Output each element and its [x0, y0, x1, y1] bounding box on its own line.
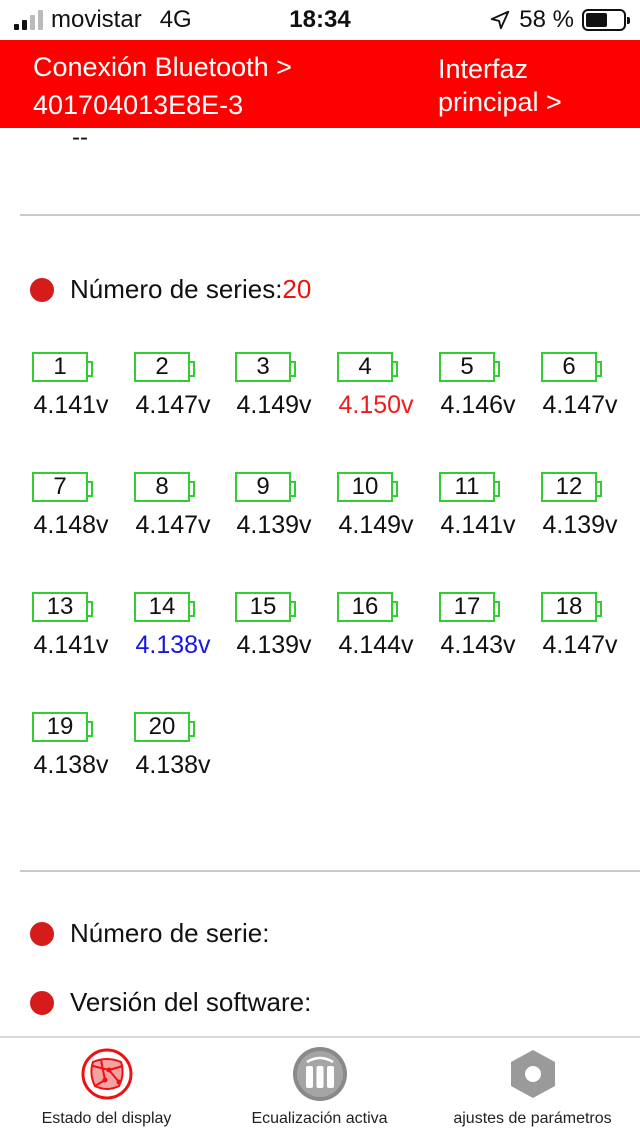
main-interface-link[interactable]: Interfaz principal >	[438, 53, 628, 119]
cell-battery-icon: 18	[541, 592, 602, 622]
tab-active-balancing[interactable]: Ecualización activa	[213, 1038, 426, 1136]
cell-voltage: 4.138v	[135, 751, 211, 779]
display-status-icon	[81, 1048, 132, 1100]
cell-voltage: 4.138v	[135, 631, 211, 659]
cell-voltage: 4.139v	[236, 631, 312, 659]
cell-voltage: 4.138v	[33, 751, 109, 779]
cell-item: 6 4.147v	[529, 352, 631, 432]
software-version-label: Versión del software:	[70, 987, 312, 1017]
cell-item: 16 4.144v	[325, 592, 427, 672]
cell-voltage: 4.148v	[33, 511, 109, 539]
status-bar: movistar 4G 18:34 58 %	[0, 0, 640, 40]
cell-battery-icon: 3	[235, 352, 296, 382]
bullet-dot-icon	[30, 277, 54, 302]
cell-item: 7 4.148v	[20, 472, 122, 552]
cell-item: 13 4.141v	[20, 592, 122, 672]
tab-bar: Estado del display Ecualización activa a…	[0, 1036, 640, 1136]
cell-battery-icon: 17	[439, 592, 500, 622]
cell-item: 10 4.149v	[325, 472, 427, 552]
cell-voltage: 4.147v	[542, 391, 618, 419]
device-id: 401704013E8E-3	[33, 90, 244, 120]
series-count-value: 20	[282, 274, 312, 304]
cell-voltage: 4.149v	[338, 511, 414, 539]
cell-voltage: 4.146v	[440, 391, 516, 419]
cell-battery-icon: 14	[134, 592, 195, 622]
series-count-row: Número de series: 20	[30, 274, 311, 305]
app-header: Conexión Bluetooth > 401704013E8E-3 Inte…	[0, 40, 640, 128]
tab-label: Estado del display	[41, 1110, 172, 1127]
cell-item: 11 4.141v	[427, 472, 529, 552]
tab-display-status[interactable]: Estado del display	[0, 1038, 213, 1136]
cell-item: 12 4.139v	[529, 472, 631, 552]
cell-voltage: 4.141v	[33, 391, 109, 419]
cell-battery-icon: 1	[32, 352, 93, 382]
cell-item: 1 4.141v	[20, 352, 122, 432]
main-interface-label-2: principal >	[438, 87, 562, 117]
cell-battery-icon: 7	[32, 472, 93, 502]
status-right: 58 %	[489, 6, 630, 34]
cell-voltage: 4.143v	[440, 631, 516, 659]
cell-voltage: 4.147v	[135, 391, 211, 419]
cell-battery-icon: 20	[134, 712, 195, 742]
main-interface-label-1: Interfaz	[438, 54, 529, 84]
parameter-settings-icon	[510, 1050, 555, 1098]
bluetooth-connection-label: Conexión Bluetooth >	[33, 52, 292, 82]
cell-battery-icon: 8	[134, 472, 195, 502]
cell-voltage: 4.141v	[440, 511, 516, 539]
bluetooth-connection-link[interactable]: Conexión Bluetooth > 401704013E8E-3	[33, 48, 292, 124]
battery-fill	[586, 13, 607, 27]
cell-item: 17 4.143v	[427, 592, 529, 672]
cell-voltage: 4.147v	[542, 631, 618, 659]
cell-item: 8 4.147v	[122, 472, 224, 552]
cell-item: 15 4.139v	[223, 592, 325, 672]
cell-battery-icon: 5	[439, 352, 500, 382]
cell-battery-icon: 12	[541, 472, 602, 502]
cell-item: 5 4.146v	[427, 352, 529, 432]
cell-battery-icon: 4	[337, 352, 398, 382]
cell-voltage: 4.141v	[33, 631, 109, 659]
cell-battery-icon: 15	[235, 592, 296, 622]
serial-number-label: Número de serie:	[70, 918, 270, 948]
tab-label: Ecualización activa	[251, 1110, 388, 1127]
cell-voltage: 4.139v	[542, 511, 618, 539]
cell-item: 4 4.150v	[325, 352, 427, 432]
cell-battery-icon: 6	[541, 352, 602, 382]
cell-voltage: 4.150v	[338, 391, 414, 419]
top-value: --	[72, 124, 88, 151]
battery-percent: 58 %	[519, 6, 574, 33]
divider	[20, 214, 640, 216]
battery-icon	[582, 9, 630, 31]
cell-battery-icon: 2	[134, 352, 195, 382]
cell-battery-icon: 10	[337, 472, 398, 502]
cell-battery-icon: 19	[32, 712, 93, 742]
cell-voltage: 4.144v	[338, 631, 414, 659]
cell-voltage: 4.147v	[135, 511, 211, 539]
cell-item: 18 4.147v	[529, 592, 631, 672]
tab-label: ajustes de parámetros	[453, 1110, 612, 1127]
bullet-dot-icon	[30, 921, 54, 946]
cell-battery-icon: 9	[235, 472, 296, 502]
cell-voltage: 4.139v	[236, 511, 312, 539]
cell-item: 20 4.138v	[122, 712, 224, 792]
tab-parameter-settings[interactable]: ajustes de parámetros	[426, 1038, 639, 1136]
series-count-label: Número de series:	[70, 274, 283, 304]
cell-battery-icon: 13	[32, 592, 93, 622]
cell-item: 3 4.149v	[223, 352, 325, 432]
cell-voltage: 4.149v	[236, 391, 312, 419]
location-arrow-icon	[491, 10, 510, 30]
divider	[20, 870, 640, 872]
cell-item: 19 4.138v	[20, 712, 122, 792]
cell-item: 2 4.147v	[122, 352, 224, 432]
bullet-dot-icon	[30, 990, 54, 1015]
serial-number-row: Número de serie:	[30, 918, 269, 949]
cell-battery-icon: 16	[337, 592, 398, 622]
active-balancing-icon	[292, 1047, 347, 1101]
software-version-row: Versión del software:	[30, 987, 311, 1018]
cell-battery-icon: 11	[439, 472, 500, 502]
cell-item: 14 4.138v	[122, 592, 224, 672]
cell-item: 9 4.139v	[223, 472, 325, 552]
